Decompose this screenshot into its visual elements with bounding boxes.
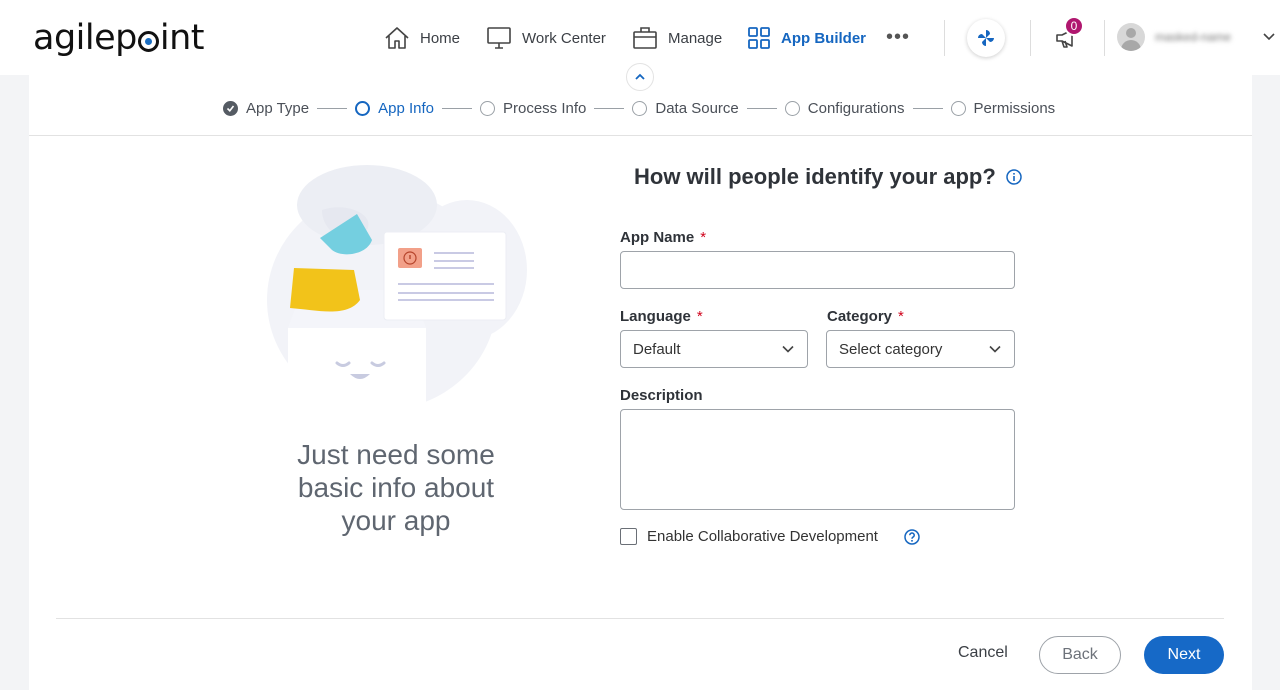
pinwheel-icon bbox=[978, 30, 994, 46]
step-connector bbox=[746, 107, 777, 109]
description-textarea[interactable] bbox=[620, 409, 1015, 510]
header-divider bbox=[944, 20, 945, 56]
chevron-up-icon bbox=[635, 73, 645, 80]
cancel-button[interactable]: Cancel bbox=[958, 644, 1008, 662]
category-label: Category * bbox=[827, 308, 904, 325]
step-configurations[interactable]: Configurations bbox=[784, 99, 905, 117]
collaborative-development-label[interactable]: Enable Collaborative Development bbox=[647, 528, 878, 545]
form-title-text: How will people identify your app? bbox=[634, 164, 996, 189]
collapse-header-button[interactable] bbox=[626, 63, 654, 91]
step-permissions[interactable]: Permissions bbox=[950, 99, 1056, 117]
home-icon bbox=[385, 27, 409, 49]
step-ring-icon bbox=[784, 100, 800, 116]
nav-home[interactable]: Home bbox=[384, 24, 460, 52]
nav-manage-label: Manage bbox=[668, 29, 723, 47]
step-process-info[interactable]: Process Info bbox=[480, 100, 586, 117]
description-label: Description bbox=[620, 387, 703, 404]
language-select[interactable]: Default bbox=[620, 330, 808, 368]
step-connector bbox=[594, 107, 625, 109]
illustration-tagline: Just need some basic info about your app bbox=[297, 439, 495, 536]
step-ring-icon bbox=[950, 100, 966, 116]
category-select-value: Select category bbox=[839, 340, 943, 358]
nav-work-center[interactable]: Work Center bbox=[486, 24, 606, 52]
check-circle-icon bbox=[223, 100, 238, 116]
chevron-down-icon bbox=[782, 345, 794, 353]
user-avatar[interactable] bbox=[1117, 23, 1145, 51]
back-button[interactable]: Back bbox=[1039, 636, 1121, 674]
stepper-divider bbox=[29, 135, 1252, 136]
step-app-info[interactable]: App Info bbox=[355, 100, 434, 117]
nav-home-label: Home bbox=[420, 29, 461, 47]
next-button[interactable]: Next bbox=[1144, 636, 1224, 674]
footer-divider bbox=[56, 618, 1224, 619]
ai-assistant-button[interactable] bbox=[967, 19, 1005, 57]
step-ring-icon bbox=[632, 100, 648, 116]
logo-text-start: agilep bbox=[33, 18, 137, 58]
agilepoint-logo[interactable]: agilep int bbox=[33, 18, 205, 58]
required-asterisk: * bbox=[700, 229, 707, 246]
step-label: App Type bbox=[246, 99, 310, 117]
step-connector bbox=[912, 107, 943, 109]
nav-app-builder-label: App Builder bbox=[781, 29, 866, 47]
language-select-value: Default bbox=[633, 340, 681, 358]
step-label: Data Source bbox=[655, 99, 739, 117]
step-data-source[interactable]: Data Source bbox=[632, 99, 739, 117]
logo-dot-icon bbox=[137, 30, 159, 52]
category-select[interactable]: Select category bbox=[826, 330, 1015, 368]
grid-icon bbox=[748, 27, 770, 49]
step-label: Process Info bbox=[503, 99, 587, 117]
step-ring-icon bbox=[355, 100, 371, 116]
step-ring-icon bbox=[480, 100, 495, 116]
header-divider bbox=[1030, 20, 1031, 56]
required-asterisk: * bbox=[898, 308, 904, 325]
user-name[interactable]: masked-name bbox=[1155, 30, 1251, 44]
header-divider bbox=[1104, 20, 1105, 56]
chevron-down-icon[interactable] bbox=[1262, 30, 1276, 44]
language-label-text: Language bbox=[620, 308, 691, 325]
app-name-label-text: App Name bbox=[620, 229, 695, 246]
help-icon[interactable] bbox=[904, 528, 920, 545]
language-label: Language * bbox=[620, 308, 703, 325]
step-connector bbox=[317, 107, 348, 109]
more-options-button[interactable]: ••• bbox=[886, 27, 910, 47]
step-label: App Info bbox=[378, 99, 434, 117]
step-label: Permissions bbox=[973, 99, 1056, 117]
step-app-type[interactable]: App Type bbox=[223, 100, 309, 117]
step-label: Configurations bbox=[807, 99, 905, 117]
monitor-icon bbox=[487, 27, 511, 49]
required-asterisk: * bbox=[696, 308, 703, 325]
collaborative-development-row: Enable Collaborative Development bbox=[620, 528, 920, 545]
app-info-illustration bbox=[267, 165, 527, 410]
info-icon[interactable] bbox=[1006, 169, 1022, 185]
form-title: How will people identify your app? bbox=[634, 164, 1022, 190]
step-connector bbox=[442, 107, 472, 109]
chevron-down-icon bbox=[989, 345, 1001, 353]
app-name-label: App Name * bbox=[620, 229, 706, 246]
app-name-input[interactable] bbox=[620, 251, 1015, 289]
collaborative-development-checkbox[interactable] bbox=[620, 528, 637, 545]
notification-count-badge: 0 bbox=[1064, 16, 1084, 36]
category-label-text: Category bbox=[827, 308, 893, 325]
nav-work-center-label: Work Center bbox=[522, 29, 606, 47]
logo-text-end: int bbox=[159, 18, 205, 58]
wizard-stepper: App Type App Info Process Info Data Sour… bbox=[223, 98, 1055, 118]
nav-app-builder[interactable]: App Builder bbox=[747, 24, 866, 52]
briefcase-icon bbox=[633, 27, 657, 49]
nav-manage[interactable]: Manage bbox=[632, 24, 722, 52]
